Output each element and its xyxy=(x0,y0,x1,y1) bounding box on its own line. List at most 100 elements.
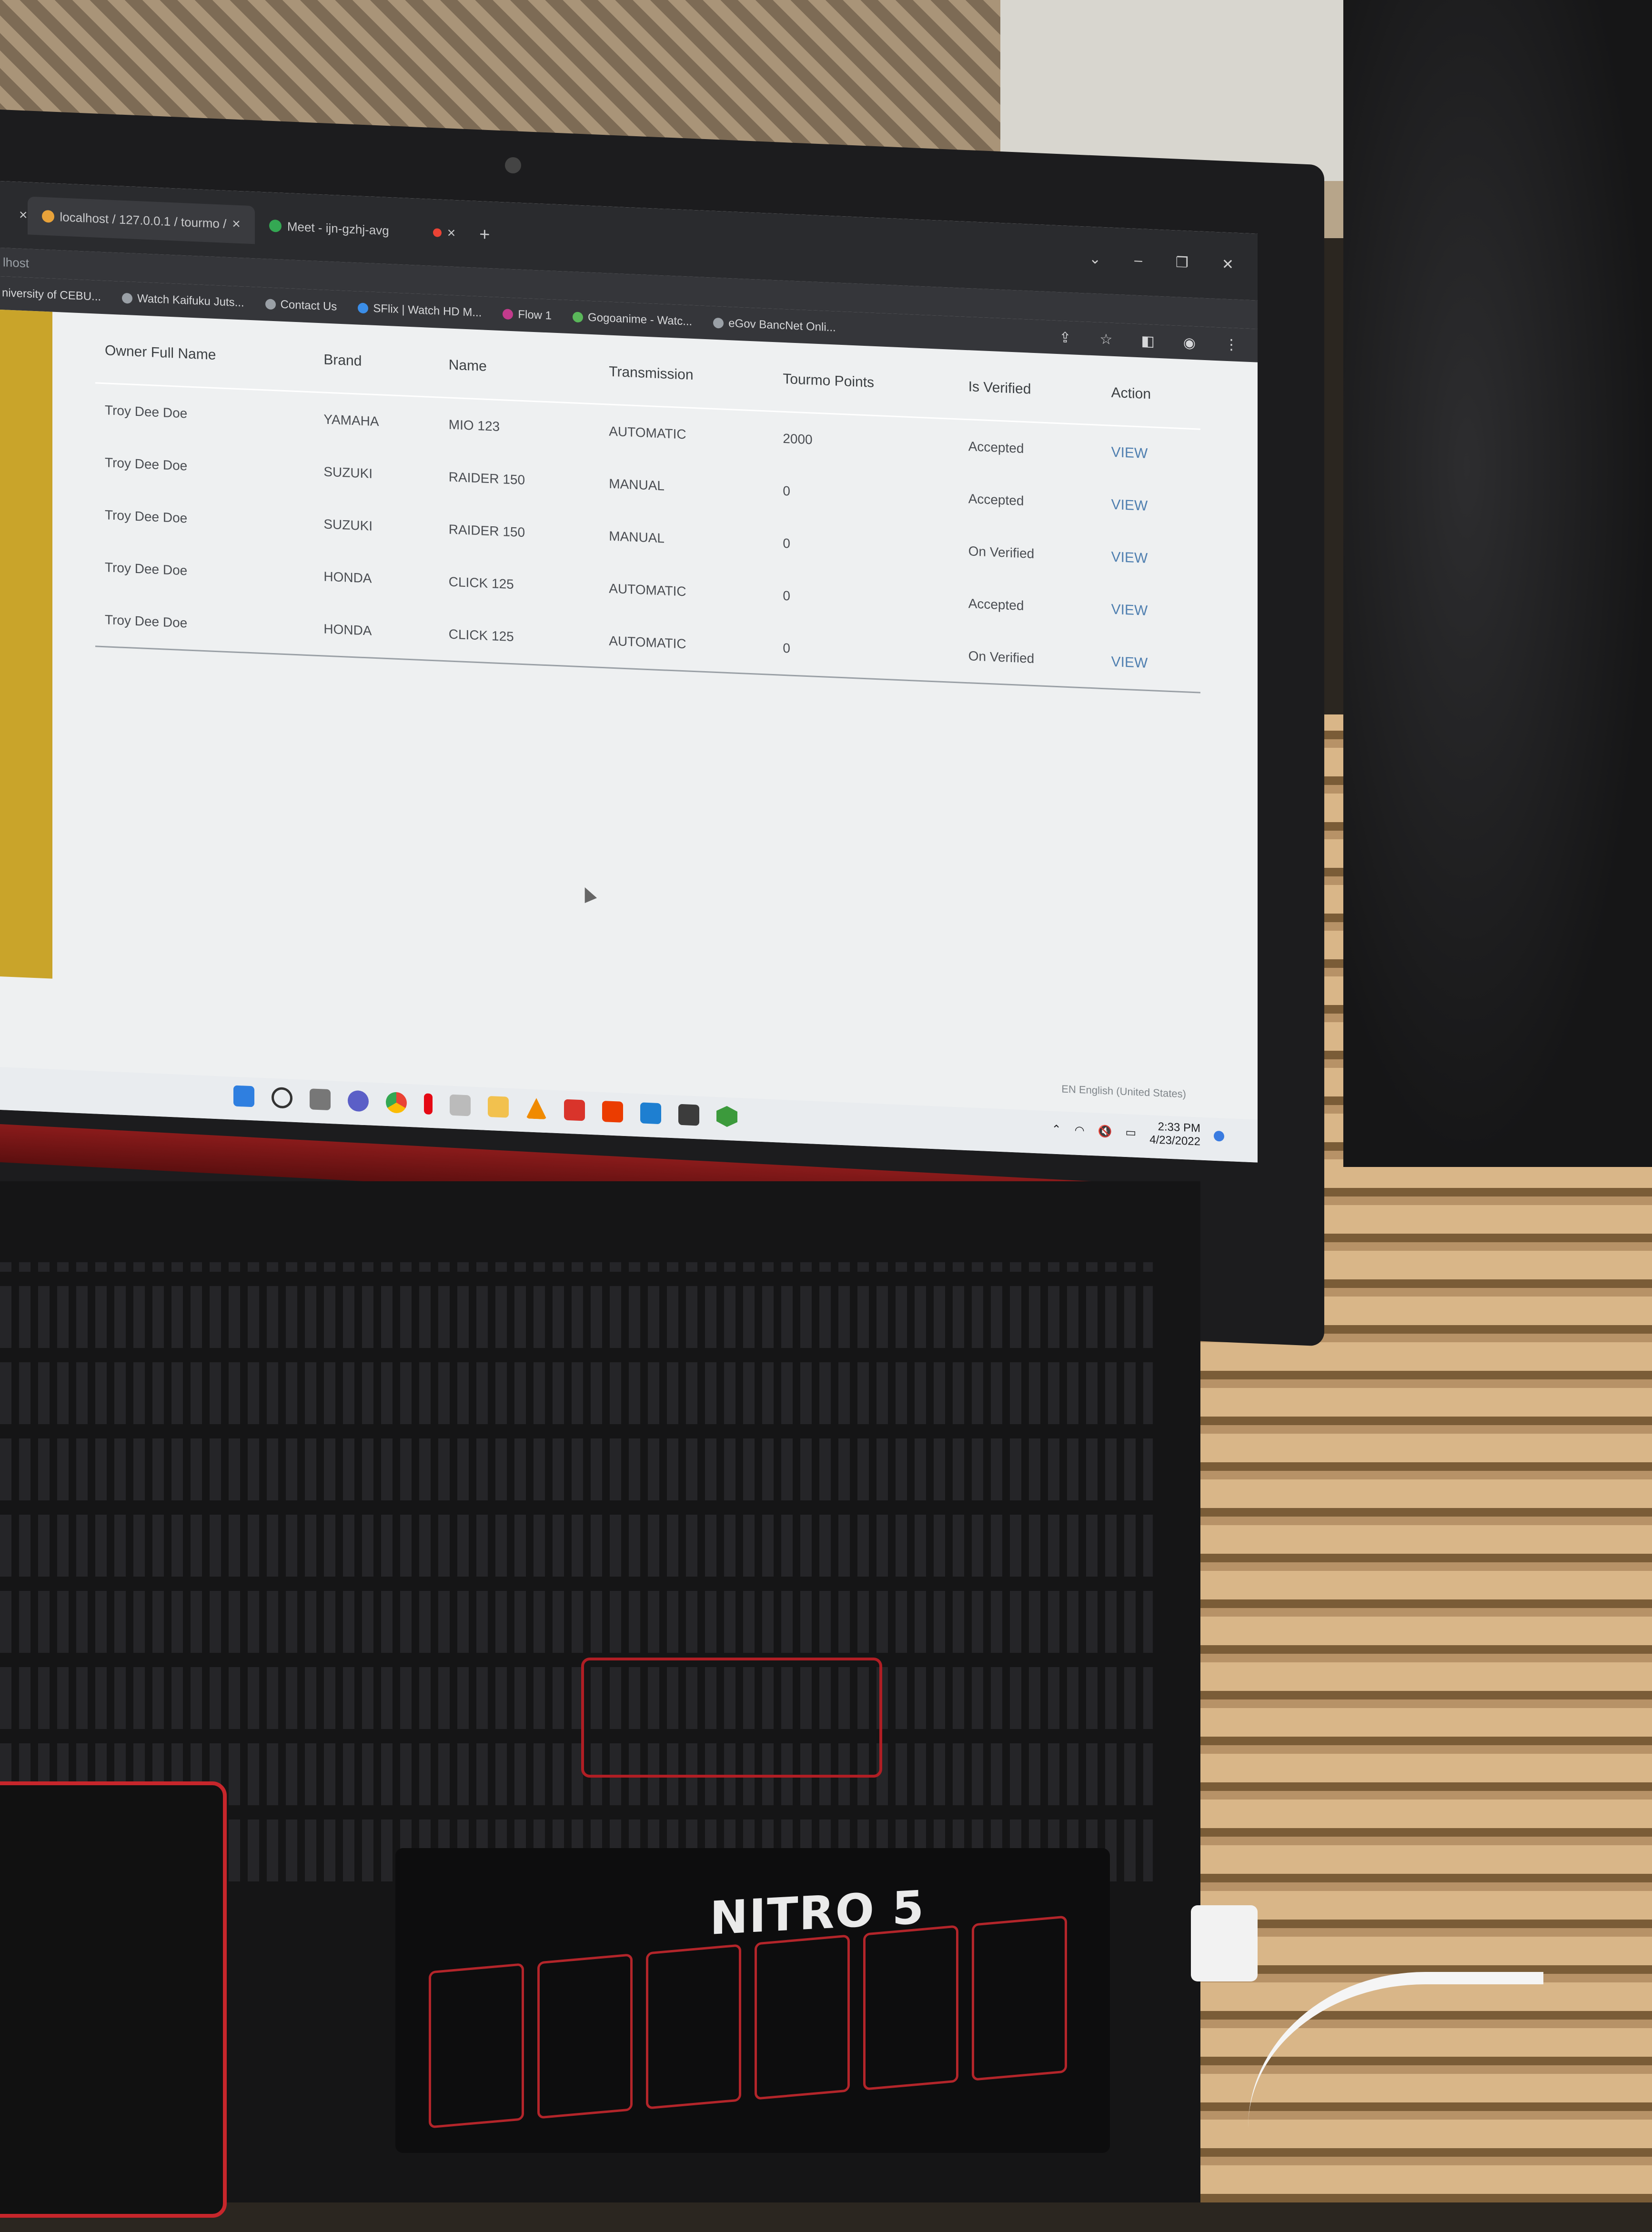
coolboost-badge-icon xyxy=(755,1934,850,2100)
tab-label: localhost / 127.0.0.1 / tourmo / xyxy=(60,209,227,231)
bookmark-item[interactable]: Flow 1 xyxy=(503,307,552,322)
xd-icon xyxy=(503,309,514,320)
column-header: Action xyxy=(1101,370,1200,430)
meet-favicon-icon xyxy=(269,219,282,232)
share-icon[interactable]: ⇪ xyxy=(1059,329,1071,346)
bookmark-item[interactable]: SFlix | Watch HD M... xyxy=(358,301,482,320)
app-sidebar xyxy=(0,310,52,979)
side-panel-icon[interactable]: ◧ xyxy=(1141,332,1154,350)
view-button[interactable]: VIEW xyxy=(1102,478,1200,535)
tab-meet[interactable]: Meet - ijn-gzhj-avg × xyxy=(255,206,470,253)
points-cell: 0 xyxy=(783,535,790,551)
window-controls: ⌄ – ❐ ✕ xyxy=(1089,251,1234,273)
usb-c-plug xyxy=(1191,1905,1258,1981)
tab-search-icon[interactable]: ⌄ xyxy=(1089,251,1101,268)
column-header: Name xyxy=(439,342,600,404)
new-tab-button[interactable]: + xyxy=(470,224,499,246)
address-text: lhost xyxy=(3,255,29,271)
owner-cell: Troy Dee Doe xyxy=(105,507,188,526)
view-button[interactable]: VIEW xyxy=(1102,635,1200,693)
bookmark-item[interactable]: Contact Us xyxy=(265,297,337,313)
chrome-icon[interactable] xyxy=(386,1091,407,1114)
brand-cell: SUZUKI xyxy=(323,464,373,481)
bookmark-item[interactable]: niversity of CEBU... xyxy=(2,286,101,304)
globe-icon xyxy=(265,299,276,310)
owner-cell: Troy Dee Doe xyxy=(105,612,188,631)
verified-cell: On Verified xyxy=(968,543,1035,562)
battery-icon[interactable]: ▭ xyxy=(1126,1126,1137,1140)
owner-cell: Troy Dee Doe xyxy=(105,455,188,473)
minimize-button[interactable]: – xyxy=(1134,252,1142,270)
name-cell: RAIDER 150 xyxy=(448,469,525,488)
transmission-cell: AUTOMATIC xyxy=(609,633,686,652)
clock[interactable]: 2:33 PM 4/23/2022 xyxy=(1149,1120,1200,1148)
gogoanime-icon xyxy=(573,312,584,323)
phpmyadmin-favicon-icon xyxy=(41,210,54,223)
cpu-badge-icon xyxy=(429,1963,524,2129)
vehicles-table: Owner Full Name Brand Name Transmission … xyxy=(95,328,1200,693)
more-menu-icon[interactable]: ⋮ xyxy=(1224,336,1239,353)
points-cell: 0 xyxy=(783,483,790,499)
points-cell: 0 xyxy=(783,640,790,656)
name-cell: CLICK 125 xyxy=(448,626,514,644)
fhd-badge-icon xyxy=(537,1953,633,2119)
verified-cell: Accepted xyxy=(968,439,1024,456)
meet-icon[interactable] xyxy=(348,1090,369,1112)
verified-cell: Accepted xyxy=(968,596,1024,613)
node-icon[interactable] xyxy=(716,1106,737,1127)
brand-cell: SUZUKI xyxy=(323,516,373,533)
bookmark-item[interactable]: Gogoanime - Watc... xyxy=(573,310,692,329)
globe-icon xyxy=(122,292,133,304)
profile-avatar-icon[interactable]: ◉ xyxy=(1183,334,1196,352)
vscode-icon[interactable] xyxy=(640,1102,661,1125)
language-indicator[interactable]: EN English (United States) xyxy=(1061,1083,1186,1100)
wifi-icon[interactable]: ◠ xyxy=(1075,1123,1085,1137)
column-header: Tourmo Points xyxy=(773,356,959,419)
brand-cell: HONDA xyxy=(323,621,372,638)
netflix-icon[interactable] xyxy=(424,1093,433,1115)
touchpad xyxy=(0,1781,227,2218)
notification-icon[interactable] xyxy=(1214,1130,1224,1142)
transmission-cell: MANUAL xyxy=(609,528,665,546)
brand-cell: YAMAHA xyxy=(323,412,379,429)
mouse-cursor-icon xyxy=(578,885,597,903)
column-header: Is Verified xyxy=(958,364,1102,425)
close-tab-icon[interactable]: × xyxy=(232,216,241,232)
webcam xyxy=(505,157,521,173)
bookmark-item[interactable]: eGov BancNet Onli... xyxy=(713,316,836,335)
terminal-icon[interactable] xyxy=(678,1104,699,1126)
brand-cell: HONDA xyxy=(323,569,372,586)
view-button[interactable]: VIEW xyxy=(1102,583,1200,640)
laptop-screen: × localhost / 127.0.0.1 / tourmo / × Mee… xyxy=(0,181,1258,1163)
black-backpack xyxy=(1343,0,1652,1167)
view-button[interactable]: VIEW xyxy=(1102,425,1200,482)
name-cell: RAIDER 150 xyxy=(448,522,525,540)
restore-button[interactable]: ❐ xyxy=(1176,254,1189,271)
hdmi-badge-icon xyxy=(972,1915,1067,2081)
task-view-icon[interactable] xyxy=(310,1088,331,1111)
office-icon[interactable] xyxy=(602,1100,623,1123)
sflix-icon xyxy=(358,302,369,314)
chevron-up-icon[interactable]: ⌃ xyxy=(1052,1122,1061,1136)
recording-icon xyxy=(433,228,442,237)
search-icon[interactable] xyxy=(272,1086,292,1109)
points-cell: 0 xyxy=(783,588,790,603)
name-cell: MIO 123 xyxy=(448,417,500,434)
wps-icon[interactable] xyxy=(564,1099,585,1121)
close-tab-icon[interactable]: × xyxy=(0,206,28,223)
owner-cell: Troy Dee Doe xyxy=(105,560,188,578)
mute-icon[interactable]: 🔇 xyxy=(1098,1124,1112,1138)
bookmark-item[interactable]: Watch Kaifuku Juts... xyxy=(122,292,244,310)
vlc-icon[interactable] xyxy=(526,1097,547,1119)
close-window-button[interactable]: ✕ xyxy=(1222,256,1234,273)
tab-localhost[interactable]: localhost / 127.0.0.1 / tourmo / × xyxy=(27,196,255,244)
calendar-icon[interactable] xyxy=(450,1094,471,1116)
view-button[interactable]: VIEW xyxy=(1102,531,1200,587)
bookmark-star-icon[interactable]: ☆ xyxy=(1100,331,1113,348)
column-header: Transmission xyxy=(599,349,774,412)
windows-start-icon[interactable] xyxy=(233,1085,254,1107)
ips-display-badge-icon xyxy=(646,1944,741,2110)
column-header: Brand xyxy=(314,337,439,398)
file-explorer-icon[interactable] xyxy=(488,1096,509,1118)
close-tab-icon[interactable]: × xyxy=(447,225,456,241)
